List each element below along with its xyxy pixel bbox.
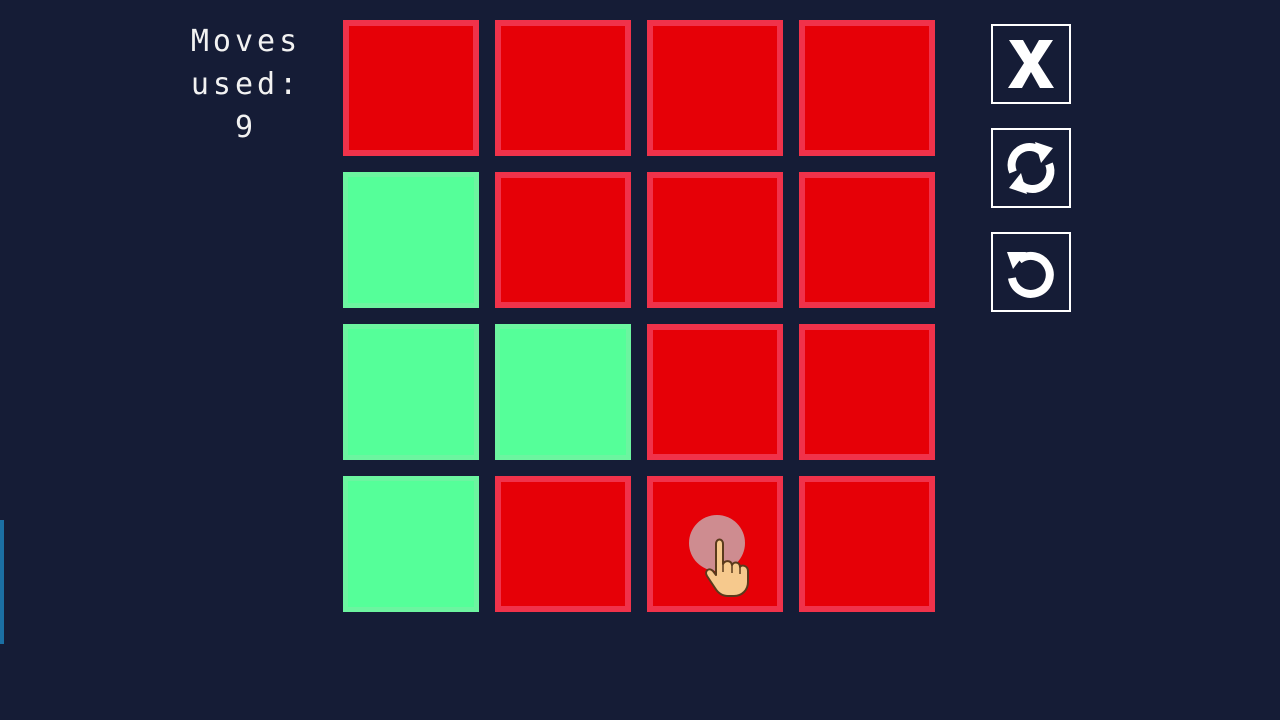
tile-1-0[interactable] bbox=[343, 172, 479, 308]
tile-2-3[interactable] bbox=[799, 324, 935, 460]
tile-1-3[interactable] bbox=[799, 172, 935, 308]
left-edge-strip bbox=[0, 520, 4, 644]
close-button[interactable] bbox=[991, 24, 1071, 104]
tile-3-1[interactable] bbox=[495, 476, 631, 612]
moves-counter: Moves used: 9 bbox=[178, 20, 314, 149]
tile-1-1[interactable] bbox=[495, 172, 631, 308]
tile-0-1[interactable] bbox=[495, 20, 631, 156]
tile-2-1[interactable] bbox=[495, 324, 631, 460]
tile-1-2[interactable] bbox=[647, 172, 783, 308]
tile-3-2[interactable] bbox=[647, 476, 783, 612]
x-icon bbox=[1008, 40, 1054, 88]
refresh-arrows-icon bbox=[1007, 142, 1055, 194]
tile-3-3[interactable] bbox=[799, 476, 935, 612]
moves-count: 9 bbox=[234, 110, 258, 145]
shuffle-button[interactable] bbox=[991, 128, 1071, 208]
tile-0-3[interactable] bbox=[799, 20, 935, 156]
tile-0-2[interactable] bbox=[647, 20, 783, 156]
undo-button[interactable] bbox=[991, 232, 1071, 312]
tile-3-0[interactable] bbox=[343, 476, 479, 612]
game-screen: Moves used: 9 bbox=[0, 0, 1280, 720]
moves-label-line1: Moves bbox=[190, 24, 302, 59]
moves-label-line2: used: bbox=[190, 67, 302, 102]
tile-2-0[interactable] bbox=[343, 324, 479, 460]
tile-0-0[interactable] bbox=[343, 20, 479, 156]
tile-2-2[interactable] bbox=[647, 324, 783, 460]
tile-grid bbox=[343, 20, 935, 612]
undo-arrow-icon bbox=[1007, 251, 1054, 298]
